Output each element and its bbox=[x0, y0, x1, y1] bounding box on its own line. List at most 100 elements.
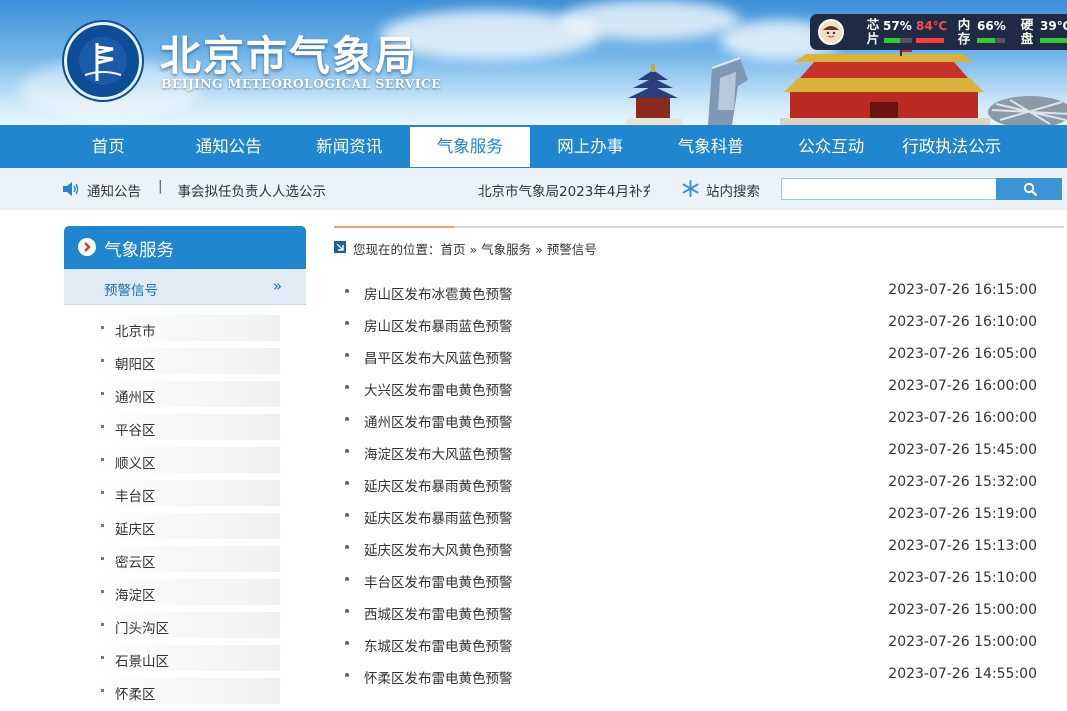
warning-title-link[interactable]: 延庆区发布暴雨蓝色预警 bbox=[364, 507, 513, 527]
warning-list-item[interactable]: 通州区发布雷电黄色预警 2023-07-26 16:00:00 bbox=[334, 408, 1064, 440]
logo-emblem[interactable] bbox=[64, 22, 142, 100]
warning-time: 2023-07-26 16:15:00 bbox=[888, 282, 1037, 298]
warning-title-link[interactable]: 西城区发布雷电黄色预警 bbox=[364, 603, 513, 623]
speaker-icon bbox=[63, 182, 79, 196]
site-search-input[interactable] bbox=[781, 178, 997, 200]
warning-list-item[interactable]: 昌平区发布大风蓝色预警 2023-07-26 16:05:00 bbox=[334, 344, 1064, 376]
warning-list-item[interactable]: 房山区发布冰雹黄色预警 2023-07-26 16:15:00 bbox=[334, 280, 1064, 312]
warning-time: 2023-07-26 16:00:00 bbox=[888, 410, 1037, 426]
sidebar-district-item[interactable]: 海淀区 bbox=[96, 579, 280, 605]
warning-title-link[interactable]: 海淀区发布大风蓝色预警 bbox=[364, 443, 513, 463]
warning-time: 2023-07-26 15:32:00 bbox=[888, 474, 1037, 490]
nav-item[interactable]: 网上办事 bbox=[530, 125, 651, 168]
district-label: 怀柔区 bbox=[115, 687, 156, 703]
nav-item[interactable]: 通知公告 bbox=[169, 125, 290, 168]
sidebar-district-item[interactable]: 延庆区 bbox=[96, 513, 280, 539]
bullet-icon bbox=[101, 392, 104, 395]
nav-item[interactable]: 气象科普 bbox=[651, 125, 772, 168]
nav-item[interactable]: 行政执法公示 bbox=[892, 125, 1013, 168]
sidebar-district-item[interactable]: 丰台区 bbox=[96, 480, 280, 506]
bullet-icon bbox=[345, 577, 349, 581]
notice-ticker-text-2[interactable]: 北京市气象局2023年4月补充 bbox=[478, 184, 650, 200]
notice-ticker-2[interactable]: 北京市气象局2023年4月补充 bbox=[478, 180, 650, 200]
site-search-label: 站内搜索 bbox=[706, 184, 760, 200]
notice-ticker-text[interactable]: 理事会拟任负责人人选公示 bbox=[178, 180, 326, 200]
warning-list-item[interactable]: 丰台区发布雷电黄色预警 2023-07-26 15:10:00 bbox=[334, 568, 1064, 600]
nav-item[interactable]: 公众互动 bbox=[771, 125, 892, 168]
warning-list-item[interactable]: 延庆区发布大风黄色预警 2023-07-26 15:13:00 bbox=[334, 536, 1064, 568]
warning-title-link[interactable]: 丰台区发布雷电黄色预警 bbox=[364, 571, 513, 591]
notice-label[interactable]: 通知公告 bbox=[87, 180, 141, 200]
meteorology-emblem-icon bbox=[79, 37, 127, 85]
district-list: 北京市朝阳区通州区平谷区顺义区丰台区延庆区密云区海淀区门头沟区石景山区怀柔区 bbox=[64, 315, 306, 704]
warning-title-link[interactable]: 延庆区发布大风黄色预警 bbox=[364, 539, 513, 559]
warning-list-item[interactable]: 西城区发布雷电黄色预警 2023-07-26 15:00:00 bbox=[334, 600, 1064, 632]
sidebar-district-item[interactable]: 密云区 bbox=[96, 546, 280, 572]
district-label: 顺义区 bbox=[115, 456, 156, 472]
site-search-button[interactable] bbox=[996, 178, 1062, 200]
sidebar-district-item[interactable]: 朝阳区 bbox=[96, 348, 280, 374]
warning-list-item[interactable]: 怀柔区发布雷电黄色预警 2023-07-26 14:55:00 bbox=[334, 664, 1064, 696]
warning-list-item[interactable]: 东城区发布雷电黄色预警 2023-07-26 15:00:00 bbox=[334, 632, 1064, 664]
warning-title-link[interactable]: 通州区发布雷电黄色预警 bbox=[364, 411, 513, 431]
sidebar-district-item[interactable]: 石景山区 bbox=[96, 645, 280, 671]
disk-temp-value: 39℃ bbox=[1040, 19, 1067, 33]
sidebar-district-item[interactable]: 平谷区 bbox=[96, 414, 280, 440]
disk-label: 硬盘 bbox=[1020, 17, 1034, 46]
warning-title-link[interactable]: 大兴区发布雷电黄色预警 bbox=[364, 379, 513, 399]
sidebar-district-item[interactable]: 怀柔区 bbox=[96, 678, 280, 704]
sidebar-title: 气象服务 bbox=[64, 226, 306, 269]
warning-title-link[interactable]: 房山区发布暴雨蓝色预警 bbox=[364, 315, 513, 335]
sidebar-district-item[interactable]: 通州区 bbox=[96, 381, 280, 407]
district-label: 丰台区 bbox=[115, 489, 156, 505]
warning-title-link[interactable]: 东城区发布雷电黄色预警 bbox=[364, 635, 513, 655]
sidebar-district-item[interactable]: 顺义区 bbox=[96, 447, 280, 473]
breadcrumb-text[interactable]: 您现在的位置：首页 » 气象服务 » 预警信号 bbox=[353, 239, 597, 258]
disk-bar bbox=[1040, 38, 1067, 43]
double-chevron-right-icon: » bbox=[272, 277, 282, 295]
district-label: 密云区 bbox=[115, 555, 156, 571]
sidebar-district-item[interactable]: 门头沟区 bbox=[96, 612, 280, 638]
avatar-icon[interactable] bbox=[818, 19, 844, 45]
warning-list-item[interactable]: 房山区发布暴雨蓝色预警 2023-07-26 16:10:00 bbox=[334, 312, 1064, 344]
site-title-cn[interactable]: 北京市气象局 bbox=[160, 22, 418, 82]
warning-time: 2023-07-26 15:00:00 bbox=[888, 634, 1037, 650]
sidebar: 气象服务 预警信号 » 北京市朝阳区通州区平谷区顺义区丰台区延庆区密云区海淀区门… bbox=[64, 226, 306, 711]
bullet-icon bbox=[345, 545, 349, 549]
memory-usage-bar bbox=[977, 38, 1005, 43]
nav-item[interactable]: 首页 bbox=[48, 125, 169, 168]
nav-item[interactable]: 新闻资讯 bbox=[289, 125, 410, 168]
warning-title-link[interactable]: 延庆区发布暴雨黄色预警 bbox=[364, 475, 513, 495]
bullet-icon bbox=[101, 524, 104, 527]
warning-time: 2023-07-26 15:19:00 bbox=[888, 506, 1037, 522]
bullet-icon bbox=[101, 623, 104, 626]
warning-time: 2023-07-26 15:10:00 bbox=[888, 570, 1037, 586]
district-label: 门头沟区 bbox=[115, 621, 169, 637]
district-label: 通州区 bbox=[115, 390, 156, 406]
sidebar-item-warning-signals[interactable]: 预警信号 » bbox=[64, 269, 306, 305]
bullet-icon bbox=[345, 417, 349, 421]
cpu-temp-bar bbox=[916, 38, 944, 43]
warning-title-link[interactable]: 昌平区发布大风蓝色预警 bbox=[364, 347, 513, 367]
warning-title-link[interactable]: 怀柔区发布雷电黄色预警 bbox=[364, 667, 513, 687]
warning-time: 2023-07-26 16:05:00 bbox=[888, 346, 1037, 362]
bullet-icon bbox=[345, 321, 349, 325]
cloud-decoration bbox=[560, 0, 740, 40]
warning-list-item[interactable]: 延庆区发布暴雨蓝色预警 2023-07-26 15:19:00 bbox=[334, 504, 1064, 536]
sidebar-district-item[interactable]: 北京市 bbox=[96, 315, 280, 341]
notice-bar: 通知公告 | 理事会拟任负责人人选公示 北京市气象局2023年4月补充 站内搜索 bbox=[0, 168, 1067, 210]
warning-list-item[interactable]: 海淀区发布大风蓝色预警 2023-07-26 15:45:00 bbox=[334, 440, 1064, 472]
district-label: 北京市 bbox=[115, 324, 156, 340]
cpu-temp-value: 84℃ bbox=[916, 19, 948, 33]
bullet-icon bbox=[345, 289, 349, 293]
warning-list-item[interactable]: 延庆区发布暴雨黄色预警 2023-07-26 15:32:00 bbox=[334, 472, 1064, 504]
face-icon bbox=[822, 23, 840, 41]
nav-item[interactable]: 气象服务 bbox=[409, 127, 530, 167]
warning-title-link[interactable]: 房山区发布冰雹黄色预警 bbox=[364, 283, 513, 303]
sidebar-title-text: 气象服务 bbox=[104, 241, 174, 261]
notice-ticker[interactable]: 理事会拟任负责人人选公示 bbox=[178, 180, 348, 200]
arrow-circle-icon bbox=[78, 238, 96, 256]
warning-list-item[interactable]: 大兴区发布雷电黄色预警 2023-07-26 16:00:00 bbox=[334, 376, 1064, 408]
beijing-skyline-illustration bbox=[626, 46, 1067, 125]
warning-time: 2023-07-26 16:10:00 bbox=[888, 314, 1037, 330]
